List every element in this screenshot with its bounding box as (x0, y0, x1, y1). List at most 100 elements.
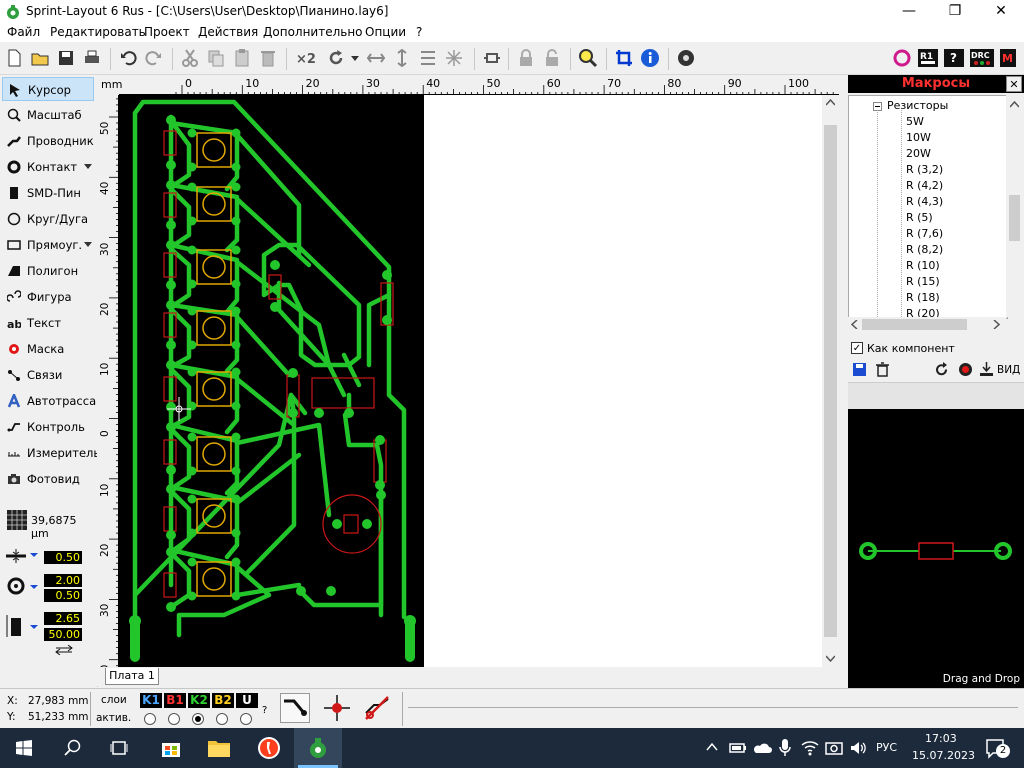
tree-hscroll-thumb[interactable] (862, 319, 967, 330)
layer-b1-toggle[interactable]: B1 (164, 693, 186, 708)
tool-shape[interactable]: Фигура (2, 285, 94, 309)
as-component-checkbox[interactable]: ✓ (851, 342, 863, 354)
vertical-scroll-thumb[interactable] (824, 125, 837, 637)
help-check-icon[interactable]: ? (944, 48, 964, 68)
swap-icon[interactable] (54, 645, 74, 655)
camera-icon[interactable] (825, 739, 843, 757)
minimize-button[interactable]: — (886, 0, 932, 23)
tool-pad[interactable]: Контакт (2, 155, 94, 179)
yandex-browser-icon[interactable] (257, 736, 281, 760)
tool-photoview[interactable]: Фотовид (2, 467, 94, 491)
tree-item-macro[interactable]: R (8,2) (906, 243, 943, 256)
photoview-toggle-icon[interactable] (892, 48, 912, 68)
grid-icon[interactable] (6, 509, 28, 531)
ratsnest-off-icon[interactable] (362, 693, 392, 723)
tree-item-macro[interactable]: R (4,3) (906, 195, 943, 208)
component-icon[interactable] (482, 48, 502, 68)
search-icon[interactable] (64, 739, 82, 757)
snap-crosshair-icon[interactable] (322, 693, 352, 723)
menu-project[interactable]: Проект (144, 25, 190, 39)
layer-k2-toggle[interactable]: K2 (188, 693, 210, 708)
menu-actions[interactable]: Действия (198, 25, 258, 39)
tool-connections[interactable]: Связи (2, 363, 94, 387)
chevron-up-icon[interactable] (826, 99, 835, 106)
vertical-scrollbar[interactable] (822, 95, 839, 667)
store-icon[interactable] (160, 737, 182, 759)
refresh-icon[interactable] (934, 362, 949, 377)
pad-inner-input[interactable]: 0.50 (44, 589, 82, 602)
taskbar-sprint-layout[interactable] (294, 728, 342, 768)
clock-time[interactable]: 17:03 (925, 732, 957, 745)
cut-icon[interactable] (180, 48, 200, 68)
chevron-right-icon[interactable] (993, 320, 1000, 329)
tree-hscrollbar[interactable] (848, 317, 1006, 332)
workspace-canvas[interactable] (424, 95, 823, 667)
tree-scroll-thumb[interactable] (1009, 195, 1020, 241)
wifi-icon[interactable] (801, 739, 819, 757)
unlock-icon[interactable] (542, 48, 562, 68)
paste-icon[interactable] (232, 48, 252, 68)
language-indicator[interactable]: РУС (876, 741, 897, 754)
zoom-fit-icon[interactable] (578, 48, 598, 68)
tool-circle[interactable]: Круг/Дуга (2, 207, 94, 231)
chevron-down-icon[interactable] (84, 164, 92, 170)
tree-item-macro[interactable]: R (18) (906, 291, 940, 304)
align-icon[interactable] (418, 48, 438, 68)
layer-u-toggle[interactable]: U (236, 693, 258, 708)
windows-start-icon[interactable] (16, 740, 32, 756)
tool-mask[interactable]: Маска (2, 337, 94, 361)
view-label[interactable]: ВИД (997, 364, 1020, 376)
chevron-up-icon[interactable] (1010, 101, 1019, 108)
save-icon[interactable] (56, 48, 76, 68)
track-width-input[interactable]: 0.50 (44, 551, 82, 564)
menu-options[interactable]: Опции (365, 25, 406, 39)
info-icon[interactable] (640, 48, 660, 68)
tree-item-macro[interactable]: R (10) (906, 259, 940, 272)
tool-measure[interactable]: Измеритель (2, 441, 100, 465)
copy-icon[interactable] (206, 48, 226, 68)
tool-cursor[interactable]: Курсор (2, 77, 94, 101)
delete-icon[interactable] (258, 48, 278, 68)
tree-item-macro[interactable]: R (3,2) (906, 163, 943, 176)
record-icon[interactable] (958, 362, 973, 377)
new-file-icon[interactable] (4, 48, 24, 68)
tree-item-macro[interactable]: 5W (906, 115, 924, 128)
chevron-down-icon[interactable] (84, 242, 92, 248)
onedrive-icon[interactable] (752, 739, 772, 757)
layer-k1-toggle[interactable]: K1 (140, 693, 162, 708)
open-folder-icon[interactable] (30, 48, 50, 68)
chevron-down-icon[interactable] (826, 655, 835, 662)
menu-help[interactable]: ? (416, 25, 422, 39)
layer-b1-active-radio[interactable] (168, 713, 180, 725)
settings-gear-icon[interactable] (676, 48, 696, 68)
board-transform-icon[interactable] (614, 48, 634, 68)
macro-tree[interactable]: Резисторы 5W 10W 20W R (3,2) R (4,2) R (4,3) R… (848, 95, 1008, 319)
mirror-vertical-icon[interactable] (392, 48, 412, 68)
layer-b2-active-radio[interactable] (216, 713, 228, 725)
print-icon[interactable] (82, 48, 102, 68)
rotate-icon[interactable] (326, 48, 346, 68)
battery-icon[interactable] (729, 739, 747, 757)
redo-icon[interactable] (144, 48, 164, 68)
clock-date[interactable]: 15.07.2023 (912, 749, 975, 762)
layer-b2-toggle[interactable]: B2 (212, 693, 234, 708)
undo-icon[interactable] (118, 48, 138, 68)
microphone-icon[interactable] (778, 738, 792, 758)
menu-edit[interactable]: Редактировать (50, 25, 146, 39)
tool-rectangle[interactable]: Прямоуг. (2, 233, 94, 257)
macro-m-icon[interactable]: M (1000, 48, 1016, 68)
tree-item-macro[interactable]: R (5) (906, 211, 933, 224)
file-explorer-icon[interactable] (207, 737, 231, 759)
route-toggle-icon[interactable] (280, 693, 310, 723)
tree-item-macro[interactable]: R (7,6) (906, 227, 943, 240)
volume-icon[interactable] (849, 739, 867, 757)
layer-k1-active-radio[interactable] (144, 713, 156, 725)
tray-chevron-up-icon[interactable] (706, 742, 718, 752)
mirror-horizontal-icon[interactable] (366, 48, 386, 68)
tree-item-macro[interactable]: R (15) (906, 275, 940, 288)
duplicate-x2-icon[interactable]: ×2 (294, 48, 318, 68)
tree-item-macro[interactable]: 20W (906, 147, 931, 160)
menu-extra[interactable]: Дополнительно (263, 25, 363, 39)
pcb-layout[interactable] (119, 95, 424, 667)
menu-file[interactable]: Файл (7, 25, 40, 39)
